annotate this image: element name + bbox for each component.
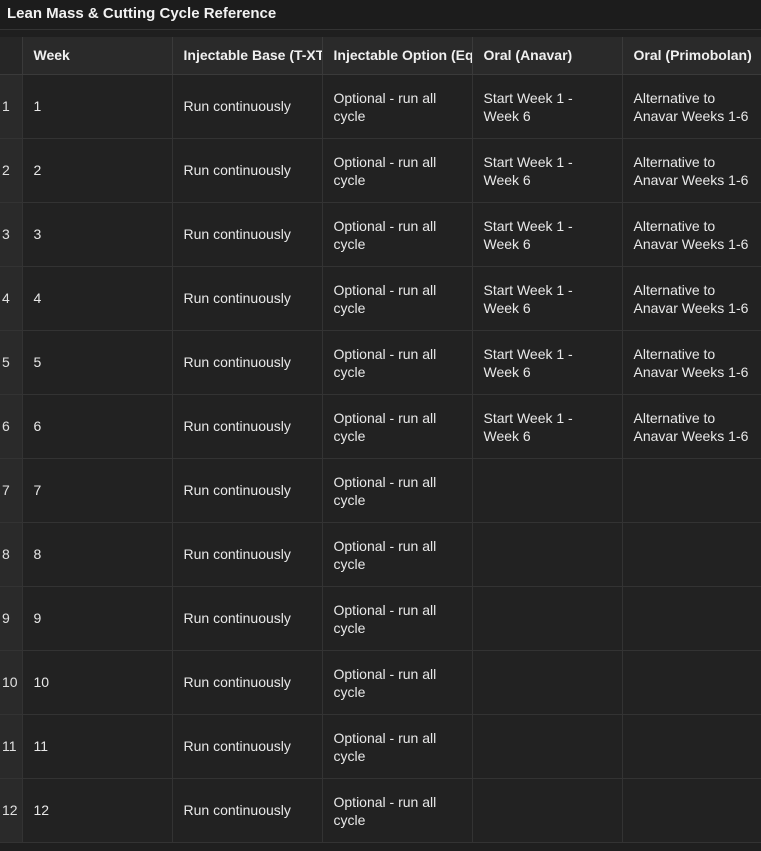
injectable-option-cell[interactable]: Optional - run all cycle — [322, 778, 473, 843]
injectable-base-cell[interactable]: Run continuously — [172, 586, 323, 651]
injectable-base-cell[interactable]: Run continuously — [172, 778, 323, 843]
oral-primobolan-cell[interactable] — [622, 586, 761, 651]
injectable-option-cell[interactable]: Optional - run all cycle — [322, 458, 473, 523]
injectable-option-cell[interactable]: Optional - run all cycle — [322, 522, 473, 587]
row-index-cell[interactable]: 9 — [0, 586, 23, 651]
injectable-base-cell[interactable]: Run continuously — [172, 266, 323, 331]
week-cell[interactable]: 5 — [22, 330, 173, 395]
oral-anavar-cell[interactable]: Start Week 1 - Week 6 — [472, 394, 623, 459]
oral-anavar-cell[interactable]: Start Week 1 - Week 6 — [472, 202, 623, 267]
week-cell[interactable]: 3 — [22, 202, 173, 267]
row-index-cell[interactable]: 12 — [0, 778, 23, 843]
row-index-cell[interactable]: 8 — [0, 522, 23, 587]
table-row[interactable]: 12 12 Run continuously Optional - run all c… — [0, 778, 761, 843]
row-index-cell[interactable]: 1 — [0, 74, 23, 139]
table-row[interactable]: 5 5 Run continuously Optional - run all cyc… — [0, 330, 761, 395]
injectable-option-cell[interactable]: Optional - run all cycle — [322, 266, 473, 331]
week-cell[interactable]: 11 — [22, 714, 173, 779]
injectable-base-cell[interactable]: Run continuously — [172, 458, 323, 523]
injectable-base-cell[interactable]: Run continuously — [172, 202, 323, 267]
table-row[interactable]: 10 10 Run continuously Optional - run all c… — [0, 650, 761, 715]
table-row[interactable]: 4 4 Run continuously Optional - run all cyc… — [0, 266, 761, 331]
header-row: Week Injectable Base (T-XT ( Injectable … — [0, 37, 761, 75]
data-table-container: Week Injectable Base (T-XT ( Injectable … — [0, 37, 761, 851]
oral-anavar-cell[interactable]: Start Week 1 - Week 6 — [472, 138, 623, 203]
week-cell[interactable]: 10 — [22, 650, 173, 715]
table-row[interactable]: 7 7 Run continuously Optional - run all cyc… — [0, 458, 761, 523]
oral-anavar-cell[interactable]: Start Week 1 - Week 6 — [472, 330, 623, 395]
oral-primobolan-cell[interactable] — [622, 458, 761, 523]
column-header-injectable-option[interactable]: Injectable Option (Equ — [322, 37, 473, 75]
cycle-table: Week Injectable Base (T-XT ( Injectable … — [0, 37, 761, 843]
row-index-cell[interactable]: 3 — [0, 202, 23, 267]
injectable-option-cell[interactable]: Optional - run all cycle — [322, 330, 473, 395]
sheet-title: Lean Mass & Cutting Cycle Reference — [0, 0, 761, 30]
row-index-cell[interactable]: 6 — [0, 394, 23, 459]
table-row[interactable]: 6 6 Run continuously Optional - run all cyc… — [0, 394, 761, 459]
oral-anavar-cell[interactable] — [472, 714, 623, 779]
oral-primobolan-cell[interactable]: Alternative to Anavar Weeks 1-6 — [622, 138, 761, 203]
row-index-cell[interactable]: 5 — [0, 330, 23, 395]
row-index-cell[interactable]: 7 — [0, 458, 23, 523]
injectable-option-cell[interactable]: Optional - run all cycle — [322, 202, 473, 267]
table-row[interactable]: 3 3 Run continuously Optional - run all cyc… — [0, 202, 761, 267]
oral-anavar-cell[interactable] — [472, 458, 623, 523]
injectable-base-cell[interactable]: Run continuously — [172, 138, 323, 203]
week-cell[interactable]: 9 — [22, 586, 173, 651]
injectable-base-cell[interactable]: Run continuously — [172, 522, 323, 587]
oral-anavar-cell[interactable] — [472, 778, 623, 843]
oral-anavar-cell[interactable] — [472, 522, 623, 587]
row-index-cell[interactable]: 4 — [0, 266, 23, 331]
table-row[interactable]: 8 8 Run continuously Optional - run all cyc… — [0, 522, 761, 587]
oral-anavar-cell[interactable] — [472, 650, 623, 715]
column-header-oral-anavar[interactable]: Oral (Anavar) — [472, 37, 623, 75]
injectable-option-cell[interactable]: Optional - run all cycle — [322, 74, 473, 139]
week-cell[interactable]: 2 — [22, 138, 173, 203]
row-index-cell[interactable]: 11 — [0, 714, 23, 779]
oral-primobolan-cell[interactable] — [622, 714, 761, 779]
week-cell[interactable]: 12 — [22, 778, 173, 843]
injectable-option-cell[interactable]: Optional - run all cycle — [322, 394, 473, 459]
injectable-base-cell[interactable]: Run continuously — [172, 74, 323, 139]
row-index-header[interactable] — [0, 37, 23, 75]
injectable-option-cell[interactable]: Optional - run all cycle — [322, 586, 473, 651]
week-cell[interactable]: 4 — [22, 266, 173, 331]
injectable-base-cell[interactable]: Run continuously — [172, 650, 323, 715]
table-row[interactable]: 9 9 Run continuously Optional - run all cyc… — [0, 586, 761, 651]
column-header-oral-primobolan[interactable]: Oral (Primobolan) — [622, 37, 761, 75]
injectable-base-cell[interactable]: Run continuously — [172, 394, 323, 459]
oral-primobolan-cell[interactable]: Alternative to Anavar Weeks 1-6 — [622, 74, 761, 139]
oral-primobolan-cell[interactable] — [622, 778, 761, 843]
oral-primobolan-cell[interactable]: Alternative to Anavar Weeks 1-6 — [622, 266, 761, 331]
oral-primobolan-cell[interactable]: Alternative to Anavar Weeks 1-6 — [622, 330, 761, 395]
row-index-cell[interactable]: 10 — [0, 650, 23, 715]
injectable-option-cell[interactable]: Optional - run all cycle — [322, 138, 473, 203]
table-row[interactable]: 2 2 Run continuously Optional - run all cyc… — [0, 138, 761, 203]
table-row[interactable]: 1 1 Run continuously Optional - run all cyc… — [0, 74, 761, 139]
oral-primobolan-cell[interactable]: Alternative to Anavar Weeks 1-6 — [622, 202, 761, 267]
oral-primobolan-cell[interactable]: Alternative to Anavar Weeks 1-6 — [622, 394, 761, 459]
table-row[interactable]: 11 11 Run continuously Optional - run all c… — [0, 714, 761, 779]
oral-anavar-cell[interactable]: Start Week 1 - Week 6 — [472, 266, 623, 331]
injectable-base-cell[interactable]: Run continuously — [172, 714, 323, 779]
oral-anavar-cell[interactable] — [472, 586, 623, 651]
column-header-injectable-base[interactable]: Injectable Base (T-XT ( — [172, 37, 323, 75]
oral-anavar-cell[interactable]: Start Week 1 - Week 6 — [472, 74, 623, 139]
injectable-option-cell[interactable]: Optional - run all cycle — [322, 650, 473, 715]
week-cell[interactable]: 7 — [22, 458, 173, 523]
week-cell[interactable]: 6 — [22, 394, 173, 459]
oral-primobolan-cell[interactable] — [622, 650, 761, 715]
row-index-cell[interactable]: 2 — [0, 138, 23, 203]
injectable-base-cell[interactable]: Run continuously — [172, 330, 323, 395]
column-header-week[interactable]: Week — [22, 37, 173, 75]
injectable-option-cell[interactable]: Optional - run all cycle — [322, 714, 473, 779]
week-cell[interactable]: 1 — [22, 74, 173, 139]
week-cell[interactable]: 8 — [22, 522, 173, 587]
oral-primobolan-cell[interactable] — [622, 522, 761, 587]
